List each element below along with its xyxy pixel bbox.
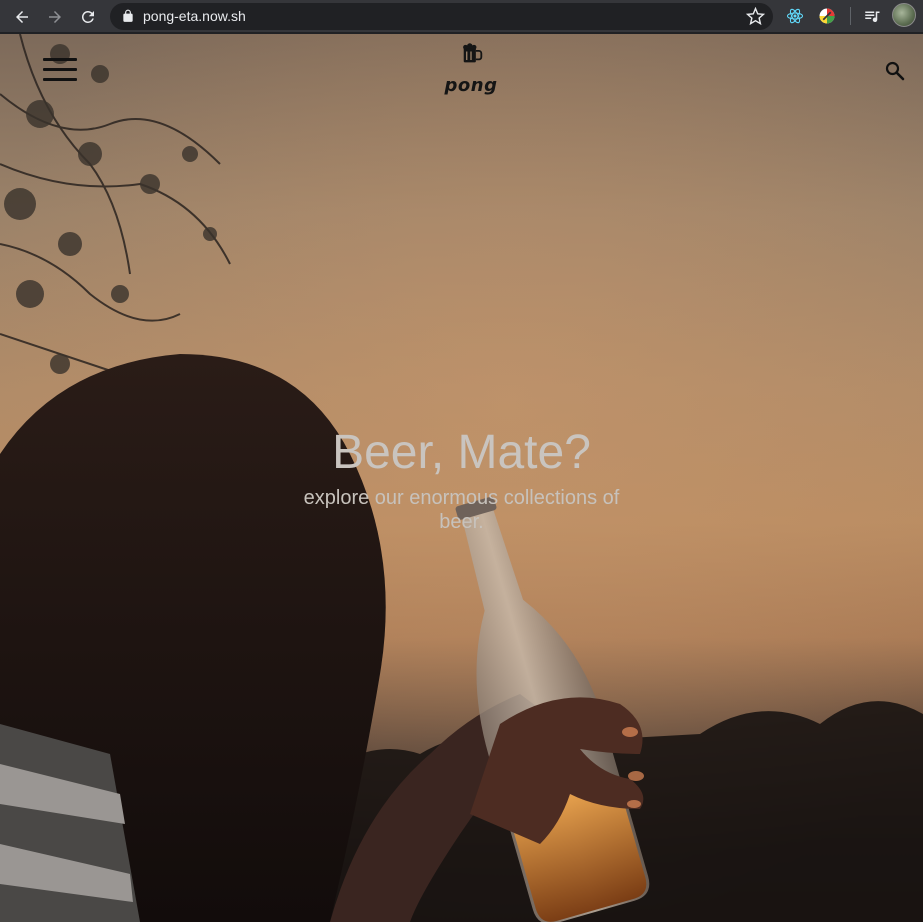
search-icon[interactable]: [883, 59, 907, 83]
arrow-left-icon: [16, 11, 28, 23]
beer-mug-icon: [463, 43, 483, 63]
arrow-right-icon: [49, 11, 61, 23]
star-icon[interactable]: [746, 7, 765, 26]
react-devtools-icon[interactable]: [784, 5, 806, 27]
colorful-circle-extension-icon[interactable]: [816, 5, 838, 27]
address-bar[interactable]: pong-eta.now.sh: [110, 3, 773, 30]
lock-icon: [123, 9, 133, 22]
toolbar-separator: [850, 7, 851, 25]
hero-section: pong Beer, Mate? explore our enormous co…: [0, 34, 923, 922]
media-playlist-icon[interactable]: [861, 5, 883, 27]
reload-icon: [81, 10, 94, 23]
logo-text: pong: [444, 75, 498, 96]
hero-subtitle: explore our enormous collections of beer…: [303, 487, 620, 533]
avatar[interactable]: [892, 3, 916, 27]
forward-button[interactable]: [43, 5, 67, 29]
hero-title: Beer, Mate?: [332, 426, 591, 479]
hamburger-menu-icon[interactable]: [43, 58, 77, 82]
reload-button[interactable]: [76, 5, 100, 29]
site-header: pong: [0, 34, 923, 104]
url-text: pong-eta.now.sh: [143, 8, 246, 24]
site-logo[interactable]: pong: [443, 43, 499, 99]
back-button[interactable]: [10, 5, 34, 29]
hero-content: Beer, Mate? explore our enormous collect…: [0, 424, 923, 534]
browser-toolbar: pong-eta.now.sh: [0, 0, 923, 33]
